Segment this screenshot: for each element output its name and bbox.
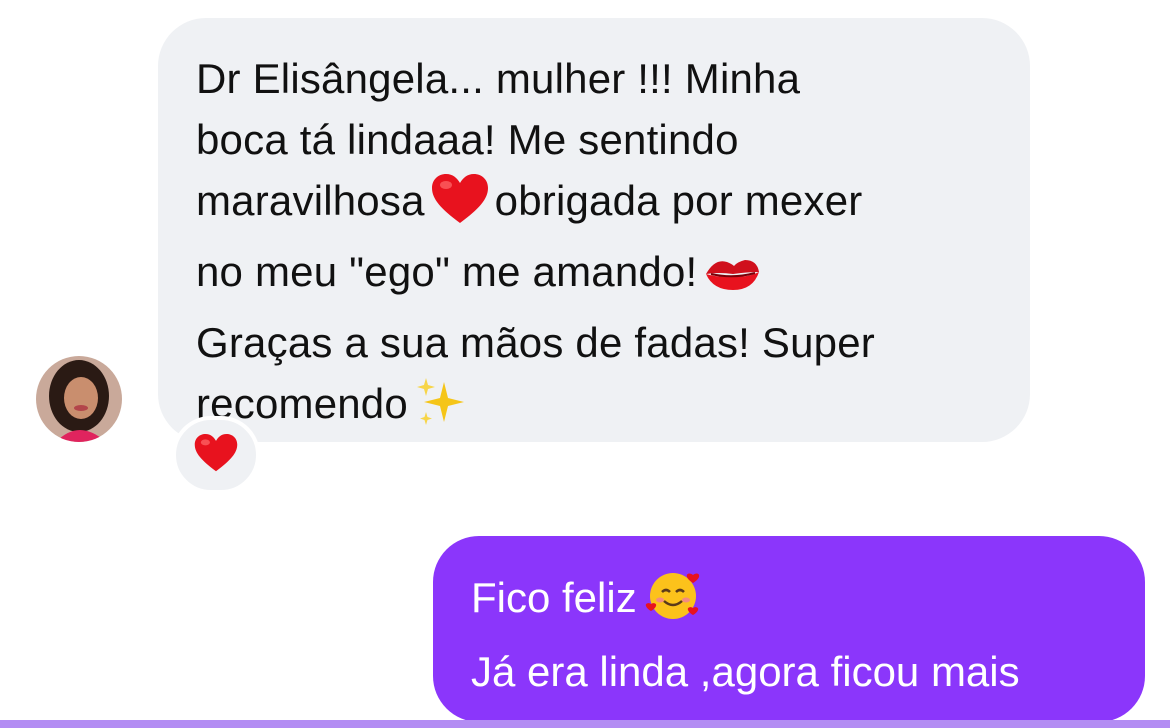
avatar[interactable]: [36, 356, 122, 442]
message-line: Graças a sua mãos de fadas! Super: [196, 319, 875, 366]
red-heart-icon: [194, 433, 238, 478]
reaction-badge[interactable]: [172, 416, 260, 494]
message-fragment: Fico feliz: [471, 574, 637, 621]
incoming-message-text: Dr Elisângela... mulher !!! Minha boca t…: [196, 48, 990, 444]
message-fragment: no meu "ego" me amando!: [196, 248, 698, 295]
message-line: maravilhosa obrigada por mexer: [196, 170, 990, 241]
kiss-mark-icon: [703, 251, 761, 312]
sparkles-icon: [414, 376, 470, 444]
incoming-message-bubble[interactable]: Dr Elisângela... mulher !!! Minha boca t…: [158, 18, 1030, 442]
message-line: Dr Elisângela... mulher !!! Minha: [196, 55, 801, 102]
smiling-face-with-hearts-icon: [643, 566, 703, 640]
message-line: boca tá lindaaa! Me sentindo: [196, 116, 739, 163]
red-heart-icon: [431, 173, 489, 241]
chat-screen: Dr Elisângela... mulher !!! Minha boca t…: [0, 0, 1170, 728]
outgoing-message-text: Fico feliz Já era linda ,agora ficou mai…: [471, 566, 1115, 704]
bottom-divider: [0, 720, 1170, 728]
message-line: Já era linda ,agora ficou mais: [471, 648, 1020, 695]
message-line: recomendo: [196, 373, 990, 444]
message-line: no meu "ego" me amando!: [196, 241, 990, 312]
message-line: Fico feliz: [471, 566, 1115, 640]
avatar-photo: [36, 356, 122, 442]
message-fragment: maravilhosa: [196, 177, 425, 224]
message-fragment: obrigada por mexer: [494, 177, 863, 224]
outgoing-message-bubble[interactable]: Fico feliz Já era linda ,agora ficou mai…: [433, 536, 1145, 722]
